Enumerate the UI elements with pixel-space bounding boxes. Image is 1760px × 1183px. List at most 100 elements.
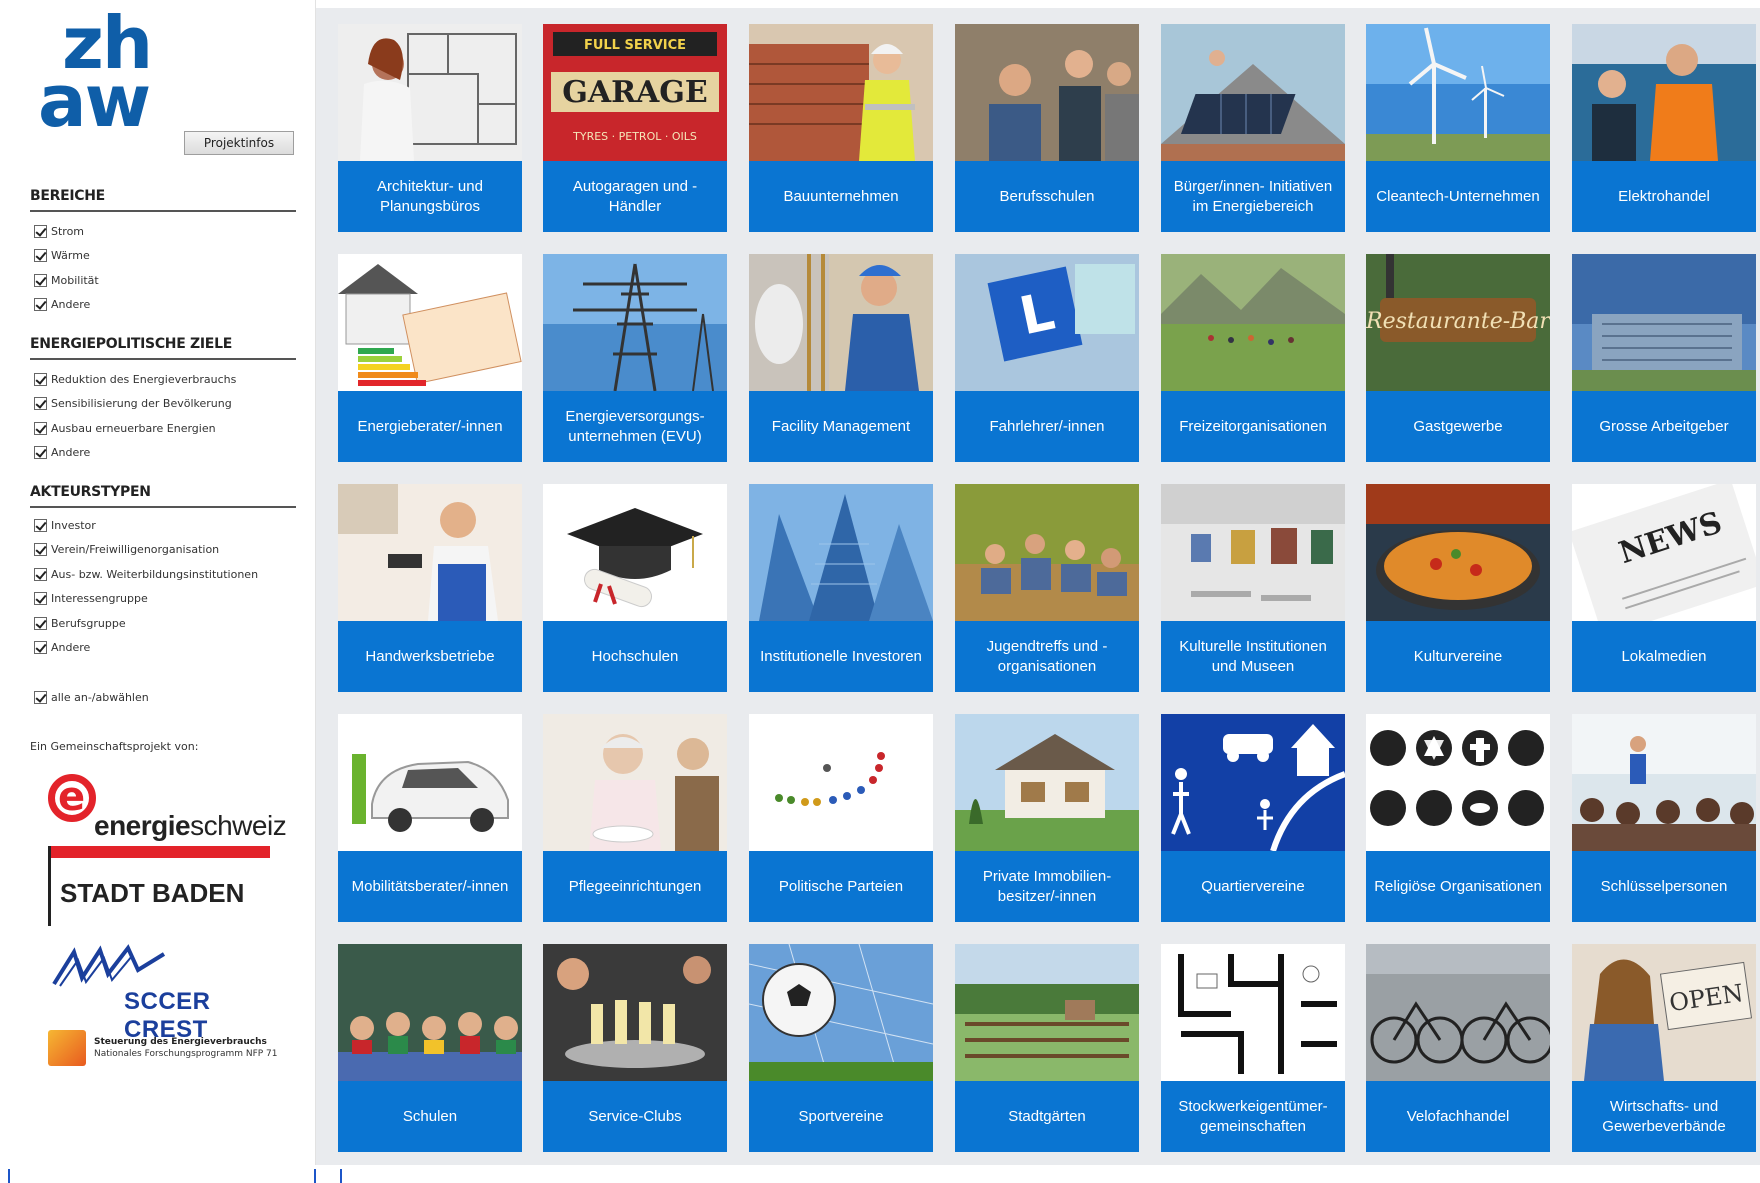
restaurant-sign-icon[interactable]: Restaurante-Bar [1366, 254, 1550, 391]
actor-tile-label[interactable]: Lokalmedien [1572, 621, 1756, 692]
power-pylon-icon[interactable] [543, 254, 727, 391]
actor-tile[interactable]: Hochschulen [543, 484, 727, 692]
actor-tile-label[interactable]: Kulturelle Institutionen und Museen [1161, 621, 1345, 692]
checkbox-checked-icon[interactable] [34, 446, 47, 459]
actor-tile[interactable]: Freizeitorganisationen [1161, 254, 1345, 462]
actor-tile-label[interactable]: Bürger/innen- Initiativen im Energiebere… [1161, 161, 1345, 232]
actor-tile-label[interactable]: Elektrohandel [1572, 161, 1756, 232]
allotment-garden-icon[interactable] [955, 944, 1139, 1081]
filter-checkbox[interactable]: Interessengruppe [34, 590, 148, 608]
actor-tile-label[interactable]: Energieberater/-innen [338, 391, 522, 462]
actor-tile[interactable]: Facility Management [749, 254, 933, 462]
actor-tile-label[interactable]: Private Immobilien- besitzer/-innen [955, 851, 1139, 922]
filter-checkbox[interactable]: Wärme [34, 247, 90, 265]
actor-tile-label[interactable]: Cleantech-Unternehmen [1366, 161, 1550, 232]
garage-sign-icon[interactable]: FULL SERVICE GARAGE TYRES · PETROL · OILS [543, 24, 727, 161]
paella-icon[interactable] [1366, 484, 1550, 621]
filter-checkbox[interactable]: Mobilität [34, 271, 99, 289]
actor-tile-label[interactable]: Hochschulen [543, 621, 727, 692]
actor-tile[interactable]: NEWS Lokalmedien [1572, 484, 1756, 692]
actor-tile[interactable]: Berufsschulen [955, 24, 1139, 232]
checkbox-checked-icon[interactable] [34, 543, 47, 556]
checkbox-checked-icon[interactable] [34, 592, 47, 605]
electric-car-icon[interactable] [338, 714, 522, 851]
open-sign-icon[interactable]: OPEN [1572, 944, 1756, 1081]
projektinfos-button[interactable]: Projektinfos [184, 131, 294, 155]
party-figures-icon[interactable] [749, 714, 933, 851]
actor-tile-label[interactable]: Energieversorgungs- unternehmen (EVU) [543, 391, 727, 462]
actor-tile[interactable]: Kulturelle Institutionen und Museen [1161, 484, 1345, 692]
checkbox-checked-icon[interactable] [34, 298, 47, 311]
actor-tile[interactable]: Stadtgärten [955, 944, 1139, 1152]
office-building-icon[interactable] [1572, 254, 1756, 391]
actor-tile[interactable]: Elektrohandel [1572, 24, 1756, 232]
actor-tile-label[interactable]: Gastgewerbe [1366, 391, 1550, 462]
actor-tile[interactable]: Service-Clubs [543, 944, 727, 1152]
floor-plan-icon[interactable] [1161, 944, 1345, 1081]
actor-tile-label[interactable]: Jugendtreffs und -organisationen [955, 621, 1139, 692]
religion-symbols-icon[interactable] [1366, 714, 1550, 851]
checkbox-checked-icon[interactable] [34, 249, 47, 262]
filter-checkbox[interactable]: Ausbau erneuerbare Energien [34, 419, 216, 437]
filter-checkbox[interactable]: Andere [34, 639, 90, 657]
actor-tile-label[interactable]: Stockwerkeigentümer- gemeinschaften [1161, 1081, 1345, 1152]
elderly-care-icon[interactable] [543, 714, 727, 851]
checkbox-checked-icon[interactable] [34, 567, 47, 581]
actor-tile-label[interactable]: Bauunternehmen [749, 161, 933, 232]
actor-tile-label[interactable]: Wirtschafts- und Gewerbeverbände [1572, 1081, 1756, 1152]
skyscraper-icon[interactable] [749, 484, 933, 621]
actor-tile[interactable]: Pflegeeinrichtungen [543, 714, 727, 922]
filter-checkbox[interactable]: Reduktion des Energieverbrauchs [34, 370, 236, 388]
actor-tile-label[interactable]: Pflegeeinrichtungen [543, 851, 727, 922]
filter-checkbox[interactable]: Investor [34, 516, 96, 534]
filter-checkbox[interactable]: Andere [34, 296, 90, 314]
checkbox-checked-icon[interactable] [34, 372, 47, 386]
actor-tile-label[interactable]: Institutionelle Investoren [749, 621, 933, 692]
actor-tile[interactable]: Architektur- und Planungsbüros [338, 24, 522, 232]
filter-checkbox[interactable]: Aus- bzw. Weiterbildungsinstitutionen [34, 565, 258, 583]
actor-tile-label[interactable]: Schlüsselpersonen [1572, 851, 1756, 922]
actor-tile[interactable]: Private Immobilien- besitzer/-innen [955, 714, 1139, 922]
electronics-shop-icon[interactable] [1572, 24, 1756, 161]
filter-checkbox[interactable]: Berufsgruppe [34, 614, 126, 632]
bicycles-icon[interactable] [1366, 944, 1550, 1081]
soccer-ball-icon[interactable] [749, 944, 933, 1081]
neighborhood-icon[interactable] [1161, 714, 1345, 851]
actor-tile-label[interactable]: Freizeitorganisationen [1161, 391, 1345, 462]
actor-tile-label[interactable]: Architektur- und Planungsbüros [338, 161, 522, 232]
youth-group-icon[interactable] [955, 484, 1139, 621]
checkbox-checked-icon[interactable] [34, 690, 47, 704]
schoolchildren-icon[interactable] [338, 944, 522, 1081]
hiking-group-icon[interactable] [1161, 254, 1345, 391]
actor-tile[interactable]: Quartiervereine [1161, 714, 1345, 922]
actor-tile[interactable]: Bauunternehmen [749, 24, 933, 232]
actor-tile-label[interactable]: Fahrlehrer/-innen [955, 391, 1139, 462]
actor-tile-label[interactable]: Stadtgärten [955, 1081, 1139, 1152]
actor-tile[interactable]: Mobilitätsberater/-innen [338, 714, 522, 922]
technician-icon[interactable] [749, 254, 933, 391]
actor-tile[interactable]: Grosse Arbeitgeber [1572, 254, 1756, 462]
audience-icon[interactable] [1572, 714, 1756, 851]
actor-tile[interactable]: Politische Parteien [749, 714, 933, 922]
checkbox-checked-icon[interactable] [34, 421, 47, 435]
actor-tile-label[interactable]: Politische Parteien [749, 851, 933, 922]
newspaper-icon[interactable]: NEWS [1572, 484, 1756, 621]
actor-tile[interactable]: Bürger/innen- Initiativen im Energiebere… [1161, 24, 1345, 232]
actor-tile-label[interactable]: Facility Management [749, 391, 933, 462]
actor-tile[interactable]: Energieberater/-innen [338, 254, 522, 462]
actor-tile-label[interactable]: Handwerksbetriebe [338, 621, 522, 692]
actor-tile[interactable]: Religiöse Organisationen [1366, 714, 1550, 922]
actor-tile[interactable]: Jugendtreffs und -organisationen [955, 484, 1139, 692]
actor-tile-label[interactable]: Schulen [338, 1081, 522, 1152]
actor-tile[interactable]: Schulen [338, 944, 522, 1152]
actor-tile-label[interactable]: Velofachhandel [1366, 1081, 1550, 1152]
gallery-icon[interactable] [1161, 484, 1345, 621]
actor-tile[interactable]: L Fahrlehrer/-innen [955, 254, 1139, 462]
actor-tile[interactable]: OPEN Wirtschafts- und Gewerbeverbände [1572, 944, 1756, 1152]
architect-icon[interactable] [338, 24, 522, 161]
actor-tile[interactable]: Handwerksbetriebe [338, 484, 522, 692]
actor-tile-label[interactable]: Service-Clubs [543, 1081, 727, 1152]
construction-worker-icon[interactable] [749, 24, 933, 161]
select-all-checkbox[interactable]: alle an-/abwählen [34, 688, 149, 706]
checkbox-checked-icon[interactable] [34, 616, 47, 630]
